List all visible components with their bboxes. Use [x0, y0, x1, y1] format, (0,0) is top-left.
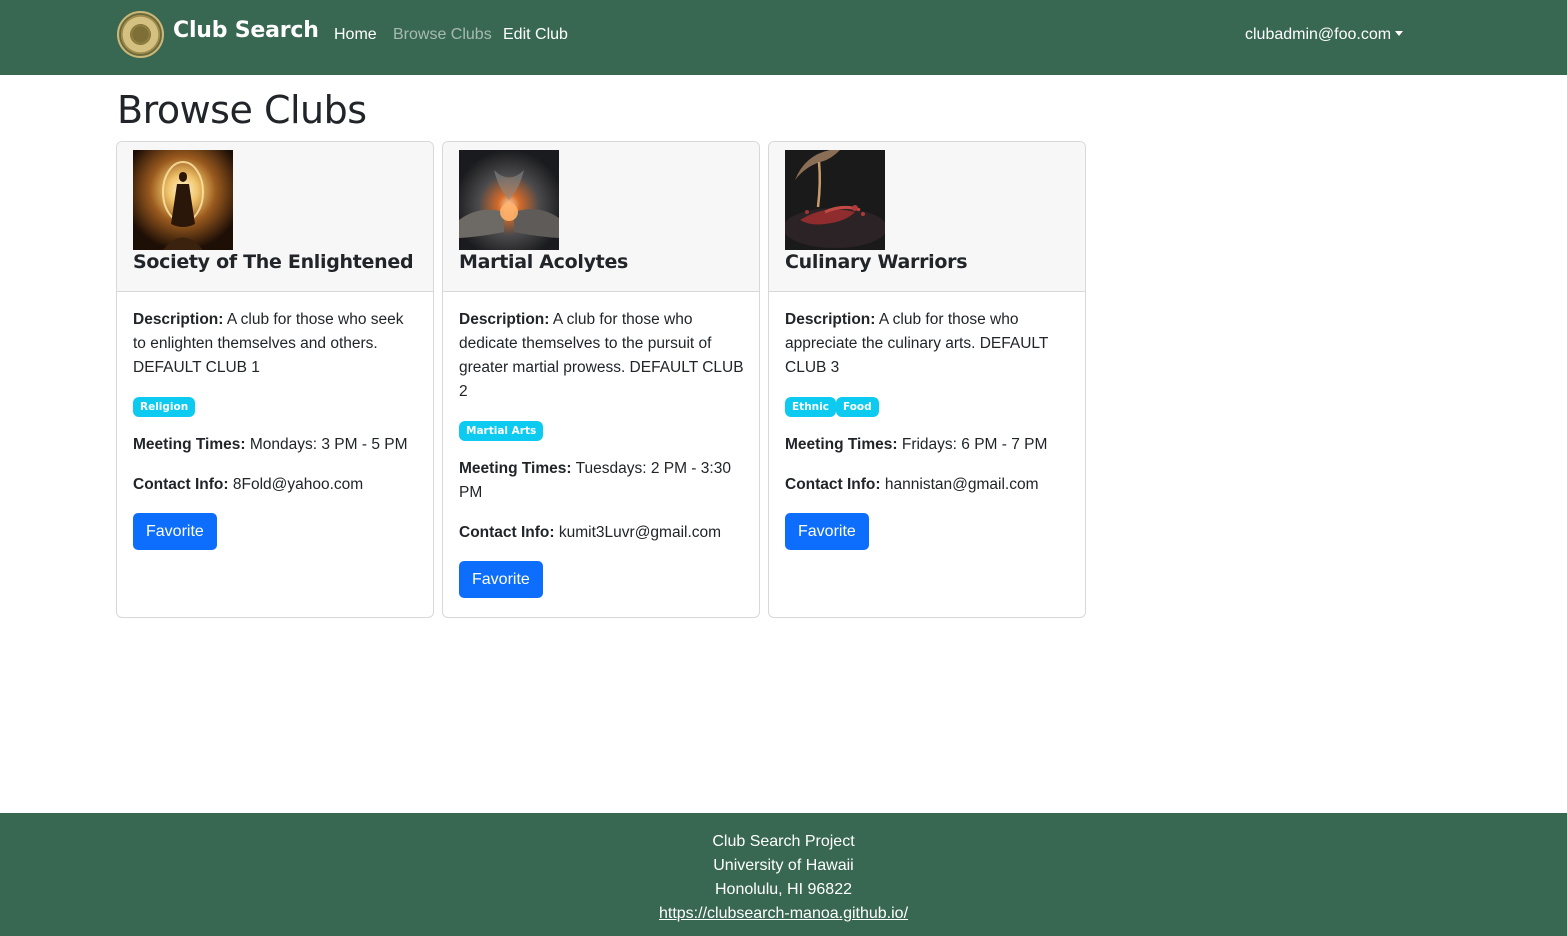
club-name: Society of The Enlightened [133, 251, 414, 273]
club-description: Description: A club for those who dedica… [459, 308, 745, 404]
contact-info: Contact Info: hannistan@gmail.com [785, 473, 1071, 497]
nav-home-link[interactable]: Home [334, 26, 377, 44]
favorite-button[interactable]: Favorite [785, 513, 869, 550]
caret-down-icon [1395, 31, 1404, 36]
club-card: Martial Acolytes Description: A club for… [442, 141, 760, 618]
club-name: Martial Acolytes [459, 251, 629, 273]
meeting-times: Meeting Times: Fridays: 6 PM - 7 PM [785, 433, 1071, 457]
contact-info: Contact Info: kumit3Luvr@gmail.com [459, 521, 745, 545]
user-email: clubadmin@foo.com [1245, 26, 1392, 43]
card-body: Description: A club for those who dedica… [459, 308, 745, 598]
contact-label: Contact Info: [785, 476, 881, 493]
contact-text: 8Fold@yahoo.com [232, 476, 364, 493]
meeting-label: Meeting Times: [133, 436, 246, 453]
tag-badge: Religion [133, 396, 196, 417]
meeting-times: Meeting Times: Mondays: 3 PM - 5 PM [133, 433, 419, 457]
club-description: Description: A club for those who apprec… [785, 308, 1071, 380]
user-dropdown[interactable]: clubadmin@foo.com [1245, 26, 1404, 44]
contact-text: hannistan@gmail.com [884, 476, 1039, 493]
footer-university: University of Hawaii [713, 857, 854, 874]
meeting-label: Meeting Times: [785, 436, 898, 453]
nav-browse-clubs-link[interactable]: Browse Clubs [393, 26, 492, 44]
club-name: Culinary Warriors [785, 251, 968, 273]
tag-badge: Martial Arts [459, 420, 544, 441]
club-card: Society of The Enlightened Description: … [116, 141, 434, 618]
meeting-label: Meeting Times: [459, 460, 572, 477]
tag-badge: Ethnic [785, 396, 836, 417]
contact-label: Contact Info: [133, 476, 229, 493]
favorite-button[interactable]: Favorite [133, 513, 217, 550]
footer-project-name: Club Search Project [712, 833, 855, 850]
contact-label: Contact Info: [459, 524, 555, 541]
club-image-martial [459, 150, 559, 250]
favorite-button[interactable]: Favorite [459, 561, 543, 598]
club-description: Description: A club for those who seek t… [133, 308, 419, 380]
contact-info: Contact Info: 8Fold@yahoo.com [133, 473, 419, 497]
brand-title[interactable]: Club Search [173, 18, 319, 43]
tag-badge: Food [835, 396, 879, 417]
meeting-text: Mondays: 3 PM - 5 PM [249, 436, 408, 453]
description-label: Description: [133, 311, 224, 328]
footer: Club Search Project University of Hawaii… [0, 813, 1567, 936]
description-label: Description: [459, 311, 550, 328]
card-header: Culinary Warriors [769, 142, 1085, 292]
club-card: Culinary Warriors Description: A club fo… [768, 141, 1086, 618]
footer-address: Honolulu, HI 96822 [715, 881, 852, 898]
contact-text: kumit3Luvr@gmail.com [558, 524, 722, 541]
navbar: Club Search Home Browse Clubs Edit Club … [0, 0, 1567, 75]
footer-website-link[interactable]: https://clubsearch-manoa.github.io/ [659, 905, 908, 922]
card-body: Description: A club for those who apprec… [785, 308, 1071, 550]
tag-list: Martial Arts [459, 420, 745, 441]
card-body: Description: A club for those who seek t… [133, 308, 419, 550]
nav-edit-club-link[interactable]: Edit Club [503, 26, 568, 44]
page-title: Browse Clubs [117, 88, 367, 132]
club-image-culinary [785, 150, 885, 250]
meeting-text: Fridays: 6 PM - 7 PM [901, 436, 1048, 453]
meeting-times: Meeting Times: Tuesdays: 2 PM - 3:30 PM [459, 457, 745, 505]
tag-list: Religion [133, 396, 419, 417]
club-image-enlightened [133, 150, 233, 250]
description-label: Description: [785, 311, 876, 328]
tag-list: Ethnic Food [785, 396, 1071, 417]
card-header: Society of The Enlightened [117, 142, 433, 292]
card-header: Martial Acolytes [443, 142, 759, 292]
university-seal-logo[interactable] [117, 11, 164, 58]
